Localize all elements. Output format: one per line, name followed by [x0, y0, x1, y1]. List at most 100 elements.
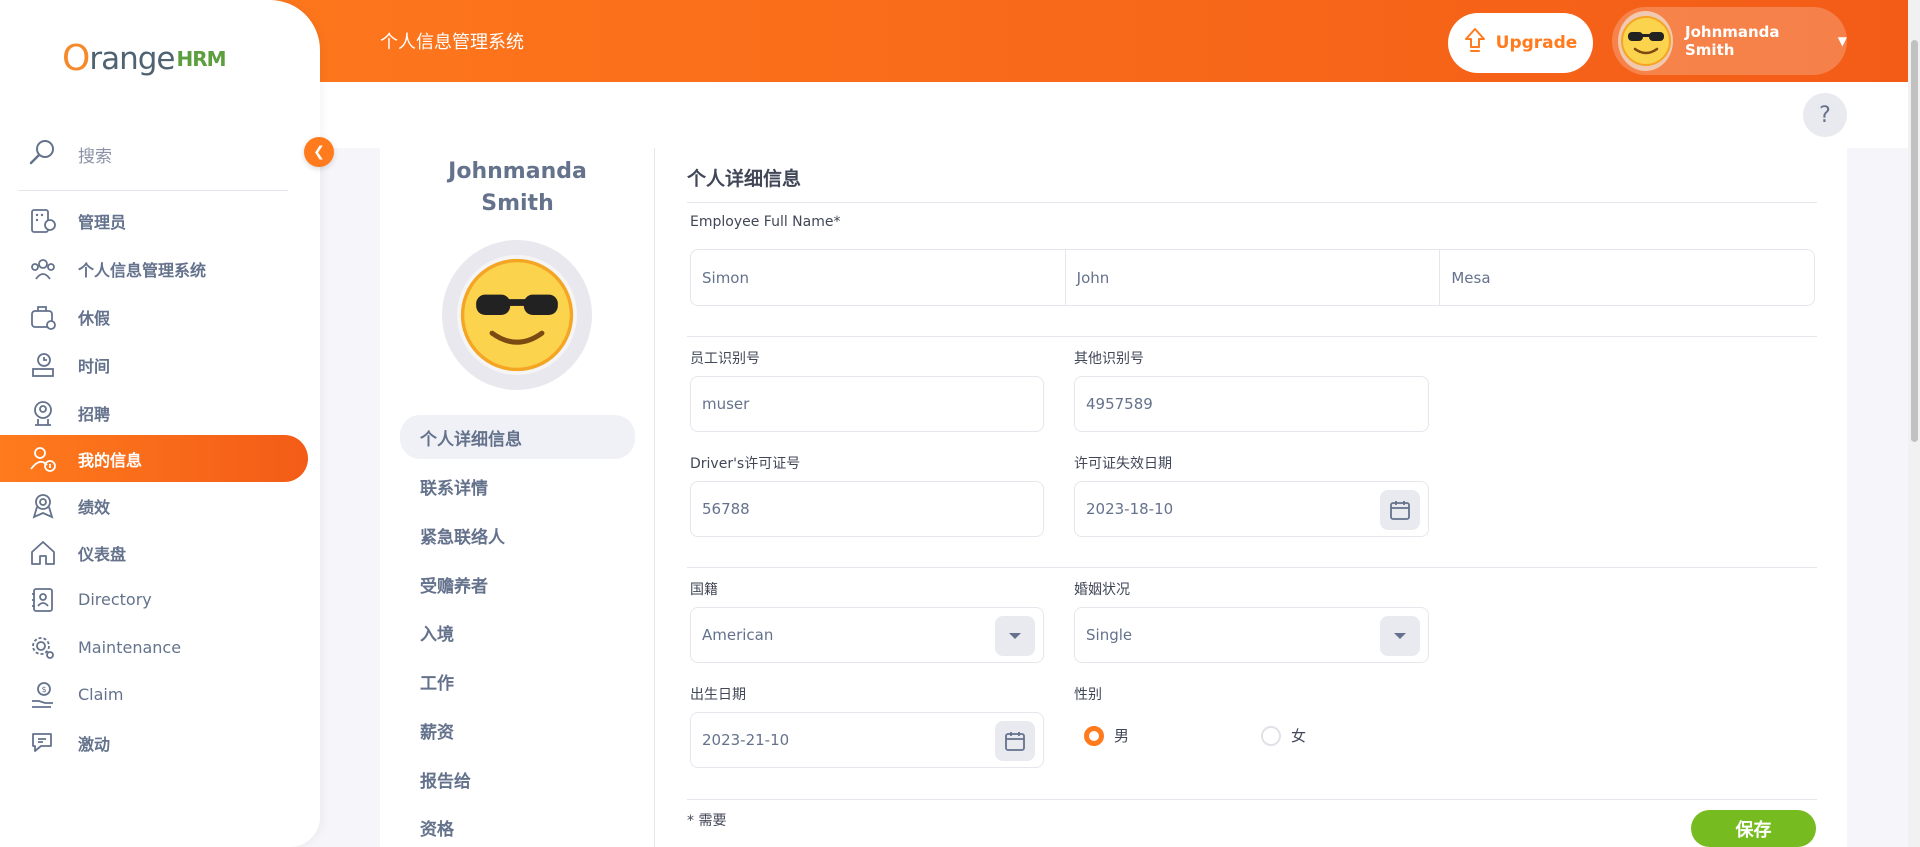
recruitment-icon	[28, 398, 58, 428]
caret-down-icon[interactable]	[1380, 616, 1420, 656]
tab-emergency-contacts[interactable]: 紧急联络人	[400, 513, 635, 557]
full-name-group: Simon John Mesa	[690, 249, 1815, 306]
tab-report-to[interactable]: 报告给	[400, 757, 635, 801]
divider	[687, 799, 1817, 800]
svg-text:$: $	[42, 685, 47, 694]
save-button[interactable]: 保存	[1691, 810, 1816, 847]
claim-icon: $	[28, 680, 58, 710]
employee-id-label: 员工识别号	[690, 351, 760, 367]
dob-label: 出生日期	[690, 687, 746, 703]
upgrade-button[interactable]: Upgrade	[1448, 13, 1593, 73]
required-note: * 需要	[687, 813, 727, 829]
sidebar-item-directory[interactable]: Directory	[0, 576, 308, 623]
sidebar-item-time[interactable]: 时间	[0, 341, 308, 388]
search-input[interactable]: 搜索	[78, 142, 112, 167]
sidebar-item-recruitment[interactable]: 招聘	[0, 389, 308, 436]
pim-icon	[28, 254, 58, 284]
sidebar-item-pim[interactable]: 个人信息管理系统	[0, 245, 308, 292]
marital-status-label: 婚姻状况	[1074, 582, 1130, 598]
avatar	[457, 255, 577, 375]
radio-unchecked-icon	[1261, 725, 1281, 746]
dob-field[interactable]: 2023-21-10	[690, 712, 1044, 768]
scrollbar-thumb[interactable]	[1911, 40, 1918, 442]
sidebar-item-label: 管理员	[78, 212, 127, 232]
personal-details-card: Johnmanda Smith 个人详细信息 联系详情 紧急联络人 受赡养者 入…	[380, 148, 1847, 847]
marital-status-select[interactable]: Single	[1074, 607, 1429, 663]
first-name-field[interactable]: Simon	[691, 250, 1066, 305]
user-dropdown[interactable]: Johnmanda Smith ▼	[1612, 7, 1847, 75]
sidebar-item-label: Maintenance	[78, 638, 182, 657]
caret-down-icon: ▼	[1837, 34, 1847, 48]
sidebar-item-my-info[interactable]: 我的信息	[0, 435, 308, 482]
marital-status-value: Single	[1086, 626, 1133, 644]
nationality-select[interactable]: American	[690, 607, 1044, 663]
sidebar-item-label: Claim	[78, 685, 124, 704]
license-label: Driver's许可证号	[690, 456, 801, 472]
divider	[18, 190, 288, 191]
gender-male-radio[interactable]: 男	[1084, 725, 1129, 746]
radio-checked-icon	[1084, 725, 1104, 746]
upgrade-arrow-icon	[1464, 27, 1486, 60]
gender-male-label: 男	[1114, 727, 1130, 745]
nationality-label: 国籍	[690, 582, 718, 598]
sidebar-item-maintenance[interactable]: Maintenance	[0, 624, 308, 671]
sidebar-item-label: 激动	[78, 734, 111, 754]
full-name-label: Employee Full Name*	[690, 214, 841, 230]
license-expiry-value: 2023-18-10	[1086, 500, 1174, 518]
time-icon	[28, 350, 58, 380]
last-name-field[interactable]: Mesa	[1440, 250, 1814, 305]
sidebar-item-label: 个人信息管理系统	[78, 260, 207, 280]
sidebar-item-buzz[interactable]: 激动	[0, 719, 308, 766]
sidebar-item-label: 我的信息	[78, 450, 143, 470]
logo-letter: O	[62, 38, 90, 79]
employee-last-name: Smith	[481, 191, 554, 216]
page-title: 个人详细信息	[687, 168, 802, 190]
profile-panel: Johnmanda Smith 个人详细信息 联系详情 紧急联络人 受赡养者 入…	[380, 148, 655, 847]
avatar	[1618, 11, 1673, 71]
sidebar-item-performance[interactable]: 绩效	[0, 482, 308, 529]
divider	[687, 567, 1817, 568]
license-expiry-label: 许可证失效日期	[1074, 456, 1172, 472]
license-expiry-field[interactable]: 2023-18-10	[1074, 481, 1429, 537]
sidebar-item-label: 时间	[78, 356, 111, 376]
tab-salary[interactable]: 薪资	[400, 708, 635, 752]
tab-qualifications[interactable]: 资格	[400, 805, 635, 847]
help-button[interactable]: ?	[1803, 93, 1847, 137]
caret-down-icon[interactable]	[995, 616, 1035, 656]
employee-id-field[interactable]: muser	[690, 376, 1044, 432]
my-info-icon	[28, 444, 58, 474]
orangehrm-logo[interactable]: Orange HRM	[62, 38, 227, 79]
sidebar-item-admin[interactable]: 管理员	[0, 197, 308, 244]
divider	[687, 202, 1817, 203]
calendar-icon[interactable]	[995, 721, 1035, 761]
admin-icon	[28, 206, 58, 236]
sidebar-item-dashboard[interactable]: 仪表盘	[0, 529, 308, 576]
tab-dependents[interactable]: 受赡养者	[400, 562, 635, 606]
tab-job[interactable]: 工作	[400, 659, 635, 703]
other-id-label: 其他识别号	[1074, 351, 1144, 367]
module-title: 个人信息管理系统	[380, 32, 524, 53]
chevron-left-icon[interactable]: ❮	[304, 137, 334, 167]
tab-immigration[interactable]: 入境	[400, 610, 635, 654]
logo-suffix: HRM	[176, 46, 226, 71]
performance-icon	[28, 491, 58, 521]
sidebar-item-label: Directory	[78, 590, 152, 609]
search-icon	[28, 137, 58, 172]
tab-contact-details[interactable]: 联系详情	[400, 464, 635, 508]
profile-picture[interactable]	[442, 240, 592, 390]
tab-personal-details[interactable]: 个人详细信息	[400, 415, 635, 459]
calendar-icon[interactable]	[1380, 490, 1420, 530]
maintenance-icon	[28, 633, 58, 663]
secondary-bar	[320, 82, 1908, 148]
gender-female-radio[interactable]: 女	[1261, 725, 1306, 746]
middle-name-field[interactable]: John	[1066, 250, 1441, 305]
sidebar-item-leave[interactable]: 休假	[0, 293, 308, 340]
sidebar-item-label: 休假	[78, 308, 111, 328]
other-id-field[interactable]: 4957589	[1074, 376, 1429, 432]
gender-female-label: 女	[1291, 727, 1307, 745]
sidebar-item-claim[interactable]: $ Claim	[0, 671, 308, 718]
license-field[interactable]: 56788	[690, 481, 1044, 537]
sidebar-item-label: 仪表盘	[78, 544, 127, 564]
sidebar-search[interactable]: 搜索	[28, 137, 290, 172]
dob-value: 2023-21-10	[702, 731, 790, 749]
